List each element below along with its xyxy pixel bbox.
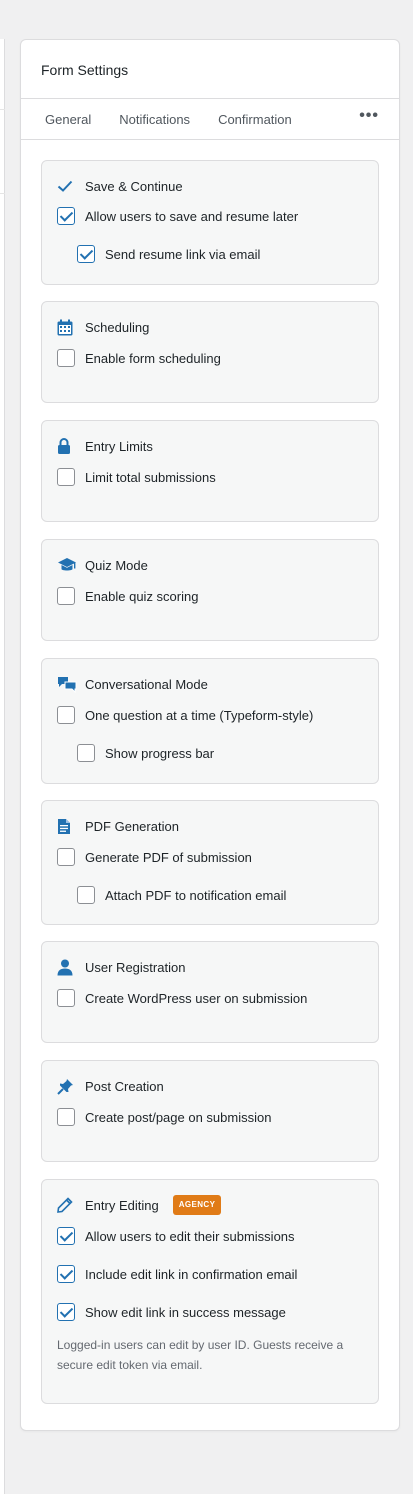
conversational-mode-card: Conversational Mode One question at a ti… — [41, 658, 379, 784]
card-title: Scheduling — [57, 317, 363, 337]
option-label: Enable quiz scoring — [85, 588, 199, 604]
pin-icon — [57, 1077, 77, 1095]
tab-general[interactable]: General — [45, 112, 91, 127]
card-title: Quiz Mode — [57, 555, 363, 575]
card-title-text: Post Creation — [85, 1078, 164, 1094]
calendar-icon — [57, 318, 77, 336]
show-edit-link-checkbox[interactable] — [57, 1303, 75, 1321]
entry-editing-note: Logged-in users can edit by user ID. Gue… — [57, 1338, 344, 1372]
create-user-option[interactable]: Create WordPress user on submission — [57, 989, 363, 1007]
card-title: PDF Generation — [57, 816, 363, 836]
card-title: Entry Editing AGENCY — [57, 1195, 363, 1215]
option-label: Generate PDF of submission — [85, 849, 252, 865]
agency-badge: AGENCY — [172, 1195, 222, 1215]
more-tabs-button[interactable]: ••• — [359, 108, 379, 124]
tab-confirmation[interactable]: Confirmation — [218, 112, 292, 127]
card-title-text: PDF Generation — [85, 818, 179, 834]
create-user-checkbox[interactable] — [57, 989, 75, 1007]
panel-title: Form Settings — [21, 40, 399, 99]
option-label: Create post/page on submission — [85, 1109, 272, 1125]
pdf-generation-card: PDF Generation Generate PDF of submissio… — [41, 800, 379, 925]
option-label: Enable form scheduling — [85, 350, 221, 366]
post-creation-card: Post Creation Create post/page on submis… — [41, 1060, 379, 1162]
attach-pdf-option[interactable]: Attach PDF to notification email — [57, 886, 363, 904]
card-title-text: Scheduling — [85, 319, 150, 335]
check-icon — [57, 177, 77, 195]
graduation-cap-icon — [57, 556, 77, 574]
send-resume-link-checkbox[interactable] — [77, 245, 95, 263]
progress-bar-option[interactable]: Show progress bar — [57, 744, 363, 762]
allow-save-resume-option[interactable]: Allow users to save and resume later — [57, 207, 363, 225]
card-title-text: Save & Continue — [85, 178, 183, 194]
user-registration-card: User Registration Create WordPress user … — [41, 941, 379, 1043]
option-label: Allow users to save and resume later — [85, 208, 299, 224]
enable-quiz-checkbox[interactable] — [57, 587, 75, 605]
allow-edit-checkbox[interactable] — [57, 1227, 75, 1245]
limit-submissions-option[interactable]: Limit total submissions — [57, 468, 363, 486]
limit-submissions-checkbox[interactable] — [57, 468, 75, 486]
card-title: Conversational Mode — [57, 674, 363, 694]
document-icon — [57, 817, 77, 835]
tab-notifications[interactable]: Notifications — [119, 112, 190, 127]
generate-pdf-checkbox[interactable] — [57, 848, 75, 866]
card-title: User Registration — [57, 957, 363, 977]
card-title-text: User Registration — [85, 959, 186, 975]
settings-cards: Save & Continue Allow users to save and … — [21, 140, 399, 1404]
allow-save-resume-checkbox[interactable] — [57, 207, 75, 225]
entry-editing-card: Entry Editing AGENCY Allow users to edit… — [41, 1179, 379, 1404]
option-label: Show progress bar — [105, 745, 215, 761]
option-label: Allow users to edit their submissions — [85, 1228, 295, 1244]
card-title: Save & Continue — [57, 176, 363, 196]
include-edit-link-checkbox[interactable] — [57, 1265, 75, 1283]
enable-scheduling-option[interactable]: Enable form scheduling — [57, 349, 363, 367]
option-label: Send resume link via email — [105, 246, 261, 262]
include-edit-link-option[interactable]: Include edit link in confirmation email — [57, 1265, 363, 1283]
one-question-checkbox[interactable] — [57, 706, 75, 724]
send-resume-link-option[interactable]: Send resume link via email — [57, 245, 363, 263]
user-icon — [57, 958, 77, 976]
progress-bar-checkbox[interactable] — [77, 744, 95, 762]
one-question-option[interactable]: One question at a time (Typeform-style) — [57, 706, 363, 724]
option-label: Attach PDF to notification email — [105, 887, 287, 903]
option-label: Create WordPress user on submission — [85, 990, 308, 1006]
card-title-text: Quiz Mode — [85, 557, 148, 573]
create-post-option[interactable]: Create post/page on submission — [57, 1108, 363, 1126]
card-title-text: Entry Limits — [85, 438, 153, 454]
enable-quiz-option[interactable]: Enable quiz scoring — [57, 587, 363, 605]
save-continue-card: Save & Continue Allow users to save and … — [41, 160, 379, 285]
form-settings-panel: Form Settings General Notifications Conf… — [20, 39, 400, 1431]
option-label: Include edit link in confirmation email — [85, 1266, 298, 1282]
card-title-text: Conversational Mode — [85, 676, 208, 692]
option-label: Limit total submissions — [85, 469, 216, 485]
scheduling-card: Scheduling Enable form scheduling — [41, 301, 379, 403]
card-title: Post Creation — [57, 1076, 363, 1096]
attach-pdf-checkbox[interactable] — [77, 886, 95, 904]
show-edit-link-option[interactable]: Show edit link in success message — [57, 1303, 363, 1321]
option-label: One question at a time (Typeform-style) — [85, 707, 314, 723]
enable-scheduling-checkbox[interactable] — [57, 349, 75, 367]
adjacent-panel-edge — [0, 39, 5, 1494]
card-title: Entry Limits — [57, 436, 363, 456]
card-title-text: Entry Editing — [85, 1197, 159, 1213]
quiz-mode-card: Quiz Mode Enable quiz scoring — [41, 539, 379, 641]
generate-pdf-option[interactable]: Generate PDF of submission — [57, 848, 363, 866]
lock-icon — [57, 437, 77, 455]
pencil-icon — [57, 1196, 77, 1214]
create-post-checkbox[interactable] — [57, 1108, 75, 1126]
option-label: Show edit link in success message — [85, 1304, 286, 1320]
settings-tabs: General Notifications Confirmation ••• — [21, 99, 399, 140]
entry-limits-card: Entry Limits Limit total submissions — [41, 420, 379, 522]
allow-edit-option[interactable]: Allow users to edit their submissions — [57, 1227, 363, 1245]
chat-bubbles-icon — [57, 675, 77, 693]
